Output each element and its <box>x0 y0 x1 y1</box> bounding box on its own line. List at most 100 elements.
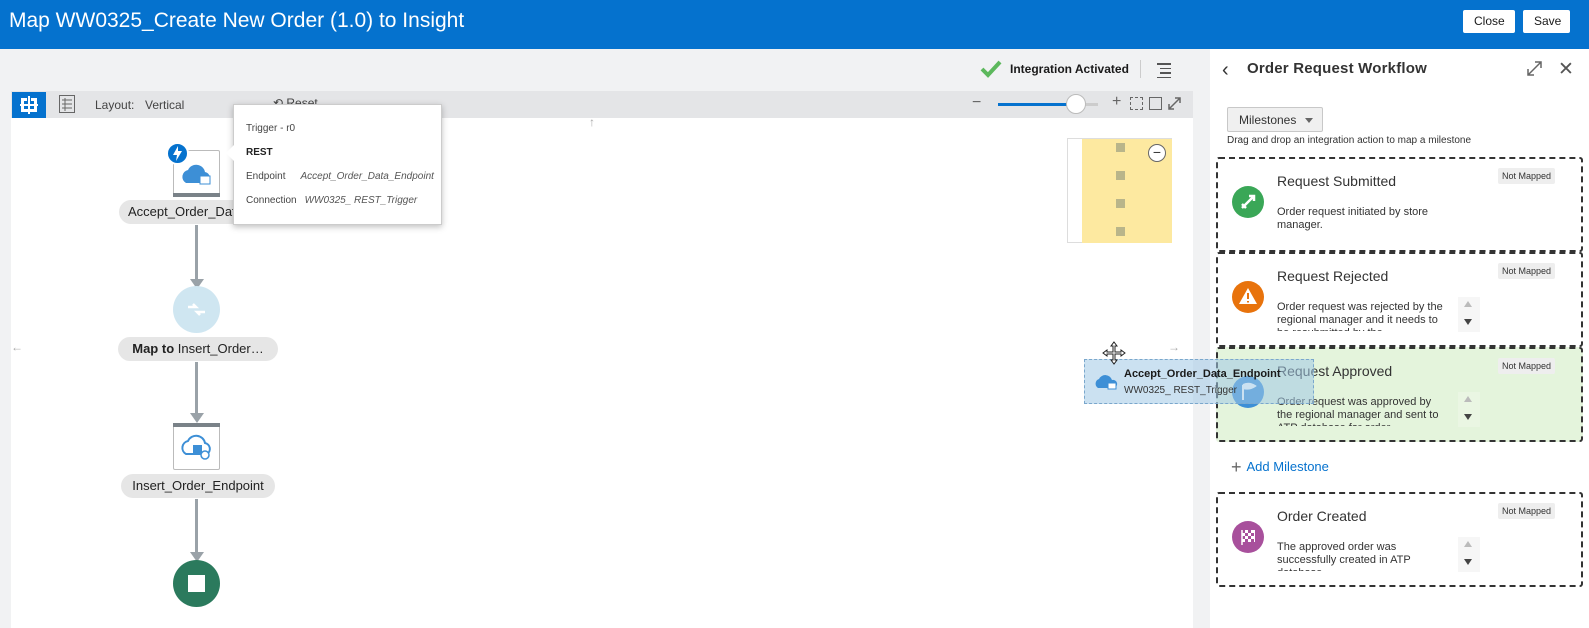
app-header: Map WW0325_Create New Order (1.0) to Ins… <box>0 0 1589 49</box>
status-text: Integration Activated <box>1010 62 1129 76</box>
connection-value: WW0325_ REST_Trigger <box>304 195 418 206</box>
connection-label: Connection <box>246 195 297 206</box>
add-milestone-label: Add Milestone <box>1246 459 1329 474</box>
status-badge: Not Mapped <box>1498 503 1556 519</box>
invoke-node-label[interactable]: Insert_Order_Endpoint <box>121 474 275 498</box>
map-node-label[interactable]: Map to Insert_Order… <box>118 337 278 361</box>
status-badge: Not Mapped <box>1498 358 1556 374</box>
minimap-collapse-icon[interactable]: − <box>1148 144 1166 162</box>
scroll-down-icon[interactable] <box>1464 319 1472 325</box>
canvas-view-button[interactable] <box>12 92 46 118</box>
scroll-left-icon[interactable]: ← <box>11 340 23 354</box>
cloud-rest-icon <box>1095 375 1118 390</box>
panel-hint: Drag and drop an integration action to m… <box>1227 135 1472 146</box>
divider <box>1140 60 1141 78</box>
stop-icon <box>188 575 205 592</box>
description-scroller[interactable] <box>1458 537 1480 572</box>
connector <box>195 225 198 281</box>
connector <box>195 499 198 554</box>
canvas-toolbar: Layout: Vertical ⟲ Reset − + <box>11 91 1193 118</box>
popup-endpoint-row: Endpoint Accept_Order_Data_Endpoint <box>246 171 434 182</box>
description-scroller[interactable] <box>1458 392 1480 427</box>
zoom-out-icon[interactable]: − <box>972 94 981 112</box>
milestone-description: The approved order was successfully crea… <box>1277 541 1411 571</box>
minimap-node <box>1116 171 1125 180</box>
lightning-icon <box>166 142 189 165</box>
fit-icon[interactable] <box>1130 97 1143 110</box>
zoom-in-icon[interactable]: + <box>1112 93 1121 111</box>
status-badge: Not Mapped <box>1498 168 1556 184</box>
milestone-description: Order request initiated by store manager… <box>1277 206 1429 231</box>
checkered-flag-icon <box>1232 521 1264 553</box>
scroll-up-icon[interactable] <box>1464 396 1472 402</box>
popup-notch <box>226 145 234 161</box>
layout-select[interactable]: Vertical <box>145 98 184 112</box>
map-prefix: Map to <box>132 341 175 356</box>
puzzle-icon <box>20 96 38 114</box>
zoom-slider-fill <box>998 103 1076 106</box>
description-scroller[interactable] <box>1458 297 1480 332</box>
milestone-title: Order Created <box>1277 508 1367 524</box>
caret-down-icon <box>1305 118 1313 123</box>
actions-menu-icon[interactable] <box>1157 63 1171 81</box>
popup-trigger-label: Trigger - r0 <box>246 123 296 134</box>
scroll-down-icon[interactable] <box>1464 414 1472 420</box>
minimap-node <box>1116 143 1125 152</box>
cloud-db-icon <box>181 434 211 460</box>
close-button[interactable]: Close <box>1463 10 1515 33</box>
connector <box>195 362 198 414</box>
popup-connection-row: Connection WW0325_ REST_Trigger <box>246 195 417 206</box>
map-node[interactable] <box>173 286 220 333</box>
popup-type: REST <box>246 147 273 158</box>
milestone-card[interactable]: Request Submitted Order request initiate… <box>1216 157 1583 252</box>
close-panel-icon[interactable]: ✕ <box>1558 58 1574 81</box>
scroll-up-icon[interactable] <box>1464 541 1472 547</box>
minimap-node <box>1116 199 1125 208</box>
connector-arrow <box>190 413 204 423</box>
map-target: Insert_Order… <box>177 341 264 356</box>
scroll-up-icon[interactable] <box>1464 301 1472 307</box>
save-button[interactable]: Save <box>1523 10 1570 33</box>
node-bar <box>173 193 220 197</box>
trigger-details-popup: Trigger - r0 REST Endpoint Accept_Order_D… <box>226 104 442 225</box>
milestone-card[interactable]: Order Created The approved order was suc… <box>1216 492 1583 587</box>
endpoint-label: Endpoint <box>246 171 286 182</box>
status-badge: Not Mapped <box>1498 263 1556 279</box>
plus-icon: + <box>1231 457 1242 477</box>
focus-icon[interactable] <box>1149 97 1162 110</box>
zoom-slider-handle[interactable] <box>1066 94 1086 114</box>
scroll-up-icon[interactable]: ↑ <box>589 115 595 129</box>
page-title: Map WW0325_Create New Order (1.0) to Ins… <box>9 9 465 32</box>
move-cursor-icon <box>1102 341 1126 365</box>
check-icon <box>980 60 1002 78</box>
dropdown-label: Milestones <box>1239 113 1297 127</box>
milestone-title: Request Submitted <box>1277 173 1397 189</box>
milestones-dropdown[interactable]: Milestones <box>1227 107 1323 132</box>
dragged-action-name: Accept_Order_Data_Endpoint <box>1124 368 1281 380</box>
milestone-panel: ‹ Order Request Workflow ✕ Milestones Dr… <box>1210 49 1589 628</box>
dragged-action-connection: WW0325_ REST_Trigger <box>1124 385 1237 396</box>
scroll-right-icon[interactable]: → <box>1168 340 1180 354</box>
milestone-title: Request Rejected <box>1277 268 1389 284</box>
endpoint-value: Accept_Order_Data_Endpoint <box>300 171 434 182</box>
layout-label: Layout: <box>95 98 135 112</box>
integration-status: Integration Activated <box>980 60 1141 78</box>
expand-panel-icon[interactable] <box>1527 61 1542 76</box>
expand-icon[interactable] <box>1168 97 1181 110</box>
rocket-icon <box>1232 186 1264 218</box>
milestone-card[interactable]: Request Rejected Order request was rejec… <box>1216 252 1583 347</box>
map-arrows-icon <box>188 303 205 316</box>
invoke-node[interactable] <box>173 423 220 470</box>
warning-icon <box>1232 281 1264 313</box>
end-node[interactable] <box>173 560 220 607</box>
minimap[interactable]: − <box>1067 138 1172 243</box>
integration-canvas-area: Integration Activated Layout: Vertical ⟲… <box>0 49 1195 628</box>
scroll-down-icon[interactable] <box>1464 559 1472 565</box>
back-chevron-icon[interactable]: ‹ <box>1222 59 1229 82</box>
panel-title: Order Request Workflow <box>1247 60 1427 77</box>
dragged-action-ghost[interactable]: Accept_Order_Data_Endpoint WW0325_ REST_… <box>1084 359 1314 404</box>
node-bar <box>173 423 220 427</box>
minimap-node <box>1116 227 1125 236</box>
list-view-icon[interactable] <box>59 95 75 113</box>
add-milestone-button[interactable]: + Add Milestone <box>1231 457 1329 478</box>
